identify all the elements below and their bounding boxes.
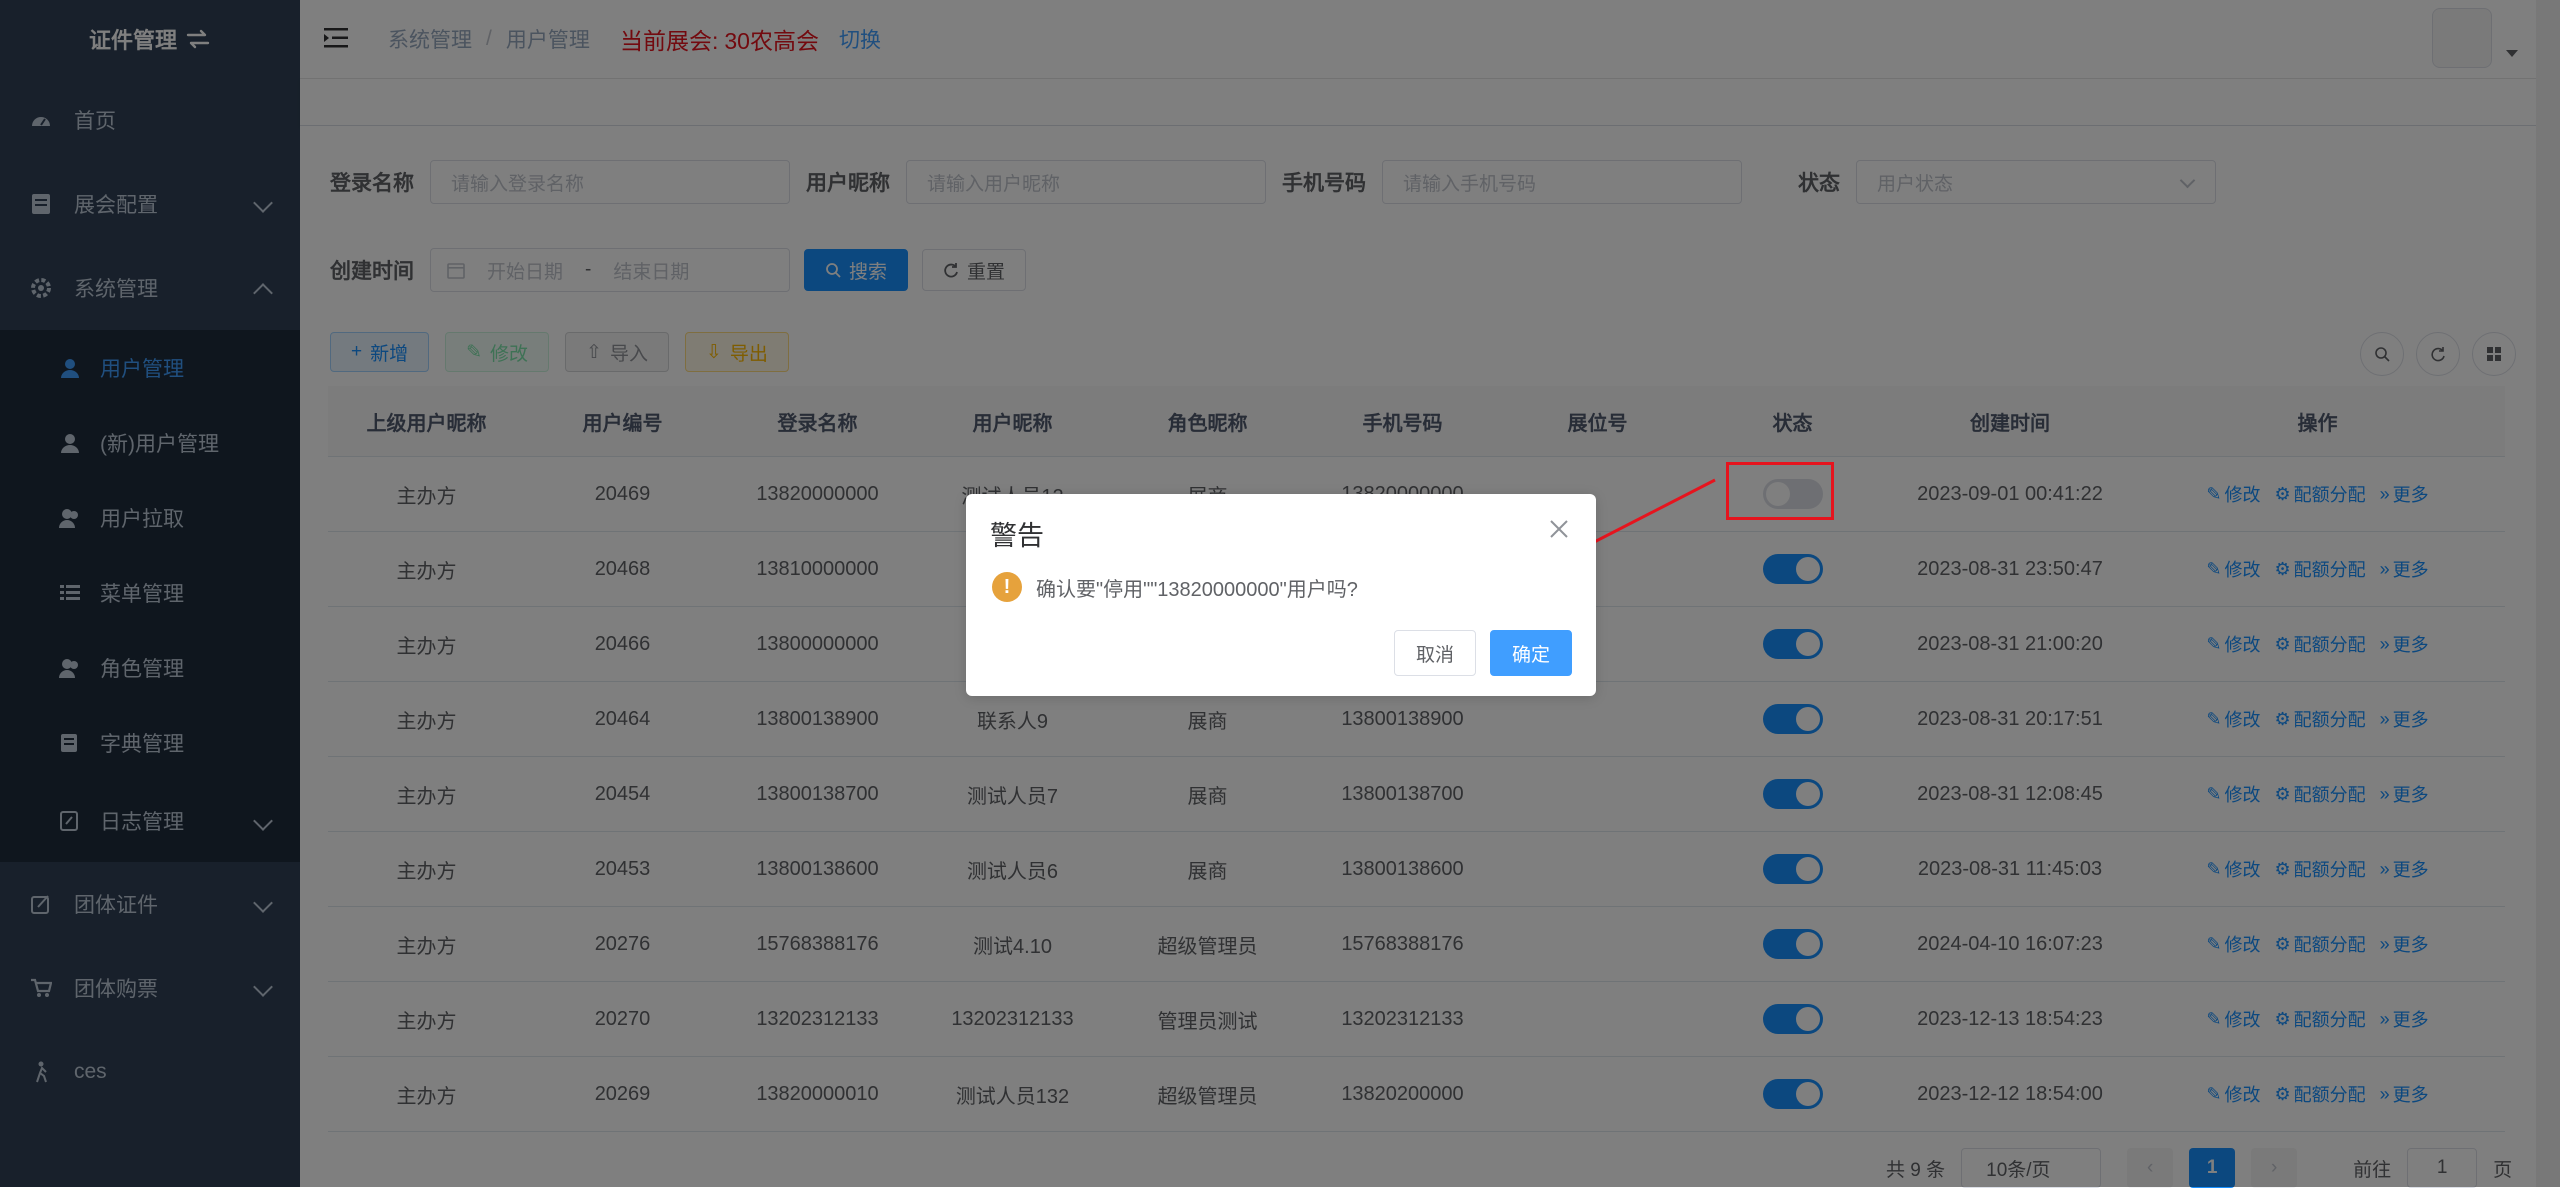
dialog-title: 警告 xyxy=(990,521,1044,551)
cancel-button[interactable]: 取消 xyxy=(1394,630,1476,676)
warning-icon: ! xyxy=(992,572,1022,602)
dialog-message: ! 确认要"停用""13820000000"用户吗? xyxy=(992,572,1358,602)
dialog-message-text: 确认要"停用""13820000000"用户吗? xyxy=(1036,578,1358,601)
close-icon[interactable] xyxy=(1548,518,1570,540)
dialog-buttons: 取消 确定 xyxy=(1394,630,1572,676)
annotation-highlight-box xyxy=(1726,462,1834,520)
confirm-dialog: 警告 ! 确认要"停用""13820000000"用户吗? 取消 确定 xyxy=(966,494,1596,696)
confirm-button[interactable]: 确定 xyxy=(1490,630,1572,676)
